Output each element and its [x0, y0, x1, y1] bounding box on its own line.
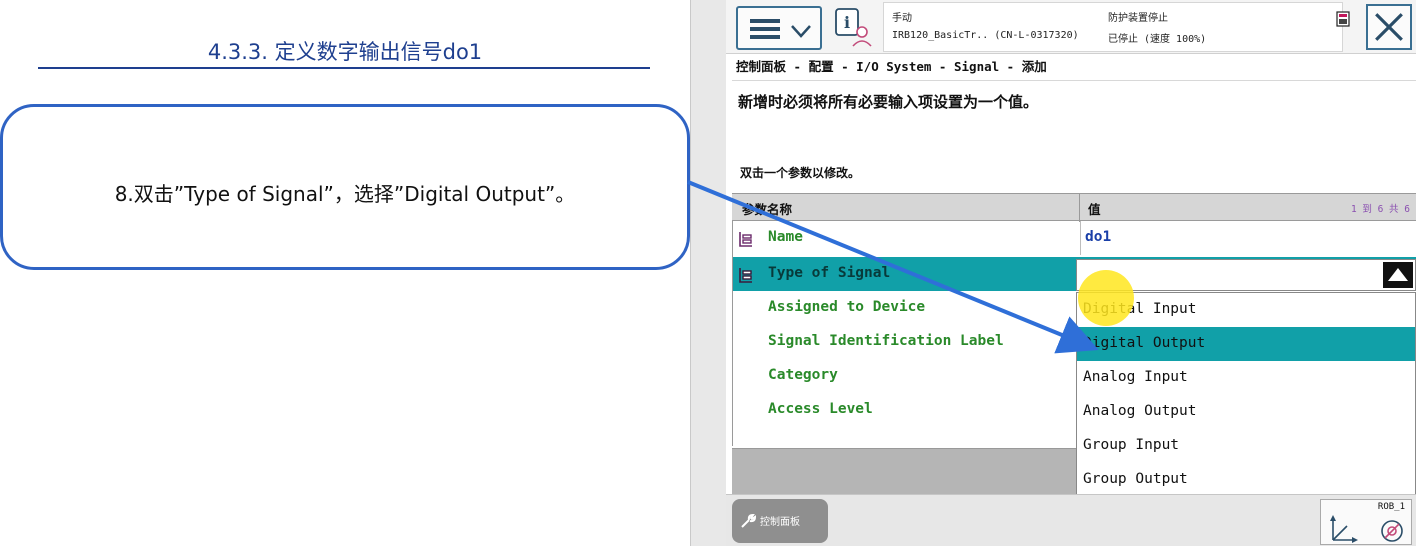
jog-mode-icon [1381, 520, 1403, 542]
pagination-text: 1 到 6 共 6 [1350, 204, 1410, 215]
signal-type-options: Digital Input Digital Output Analog Inpu… [1076, 292, 1416, 496]
main-menu-button[interactable] [736, 6, 822, 50]
option-analog-output[interactable]: Analog Output [1077, 395, 1415, 429]
column-separator [1080, 221, 1081, 255]
control-panel-task-button[interactable]: 控制面板 [732, 499, 828, 543]
parameter-icon [739, 268, 752, 283]
slide-panel: 4.3.3. 定义数字输出信号do1 8.双击”Type of Signal”，… [0, 0, 690, 546]
instruction-callout: 8.双击”Type of Signal”，选择”Digital Output”。 [0, 104, 690, 270]
robot-label: ROB_1 [1377, 502, 1405, 512]
breadcrumb: 控制面板 - 配置 - I/O System - Signal - 添加 [736, 59, 1047, 74]
callout-text: 8.双击”Type of Signal”，选择”Digital Output”。 [114, 182, 576, 206]
coordinate-axes-icon [1330, 515, 1358, 543]
table-header: 参数名称 值 1 到 6 共 6 [732, 193, 1416, 222]
quickset-robot-widget[interactable]: ROB_1 [1320, 499, 1412, 545]
task-button-label: 控制面板 [760, 517, 800, 528]
parameter-name: Access Level [768, 401, 873, 417]
event-log-icon[interactable]: i [834, 6, 872, 48]
parameter-name: Category [768, 367, 838, 383]
wrench-icon [741, 513, 756, 528]
column-header-value: 值 [1088, 202, 1101, 217]
table-footer [732, 448, 1076, 494]
column-separator [1079, 194, 1080, 222]
status-mode: 手动 [892, 13, 912, 24]
panel-divider [690, 0, 726, 546]
hamburger-icon [750, 19, 780, 39]
status-area[interactable]: 手动 IRB120_BasicTr.. (CN-L-0317320) 防护装置停… [883, 2, 1350, 52]
table-row[interactable]: Name do1 [733, 221, 1416, 255]
flexpendant-screen: i 手动 IRB120_BasicTr.. (CN-L-0317320) 防护装… [726, 0, 1416, 546]
status-guard: 防护装置停止 [1108, 13, 1168, 24]
parameter-name: Type of Signal [768, 265, 891, 281]
option-group-input[interactable]: Group Input [1077, 429, 1415, 463]
parameter-name: Assigned to Device [768, 299, 926, 315]
option-group-output[interactable]: Group Output [1077, 463, 1415, 497]
svg-text:i: i [844, 13, 850, 32]
status-robot: IRB120_BasicTr.. (CN-L-0317320) [892, 30, 1079, 41]
bottom-bar: 控制面板 ROB_1 [726, 494, 1416, 546]
slide-title: 4.3.3. 定义数字输出信号do1 [207, 40, 483, 64]
dropdown-arrow-icon[interactable] [1383, 262, 1413, 288]
hint-text: 双击一个参数以修改。 [740, 166, 861, 180]
chevron-down-icon [791, 25, 811, 38]
instruction-text: 新增时必须将所有必要输入项设置为一个值。 [738, 93, 1039, 111]
slide-title-underline [38, 67, 650, 69]
cursor-highlight [1078, 270, 1134, 326]
option-analog-input[interactable]: Analog Input [1077, 361, 1415, 395]
parameter-icon [739, 232, 752, 247]
parameter-value: do1 [1085, 229, 1112, 245]
top-bar: i 手动 IRB120_BasicTr.. (CN-L-0317320) 防护装… [726, 0, 1416, 54]
option-digital-output[interactable]: Digital Output [1077, 327, 1415, 361]
quickset-icon[interactable] [1336, 11, 1350, 27]
parameter-name: Signal Identification Label [768, 333, 1004, 349]
parameter-name: Name [768, 229, 803, 245]
column-header-name: 参数名称 [742, 202, 793, 217]
status-state: 已停止 (速度 100%) [1108, 34, 1207, 45]
close-button[interactable] [1366, 4, 1412, 50]
